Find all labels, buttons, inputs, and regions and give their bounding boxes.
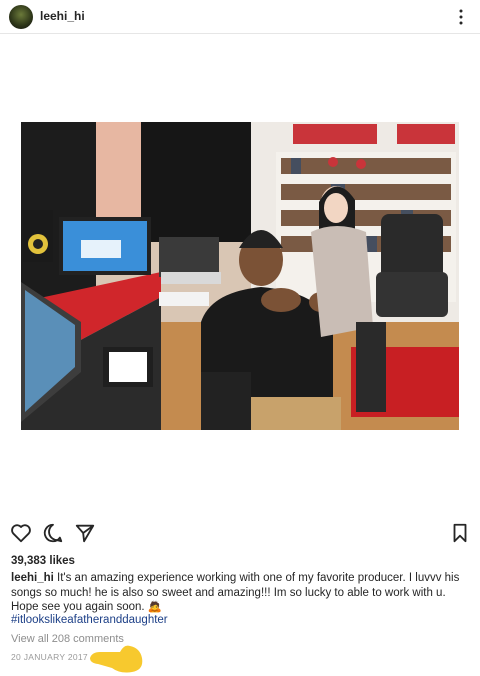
caption-text: It's an amazing experience working with … xyxy=(11,572,460,613)
post-actions xyxy=(0,522,480,548)
studio-photo xyxy=(21,122,459,430)
post-image[interactable] xyxy=(21,122,459,430)
more-vertical-icon[interactable] xyxy=(454,8,468,26)
post-header: leehi_hi xyxy=(0,0,480,34)
likes-count[interactable]: 39,383 likes xyxy=(11,555,75,567)
hashtag-link[interactable]: #itlookslikeafatheranddaughter xyxy=(11,614,168,626)
post-date: 20 JANUARY 2017 xyxy=(11,652,88,662)
caption-username[interactable]: leehi_hi xyxy=(11,572,54,584)
avatar[interactable] xyxy=(9,5,33,29)
heart-icon[interactable] xyxy=(10,522,32,544)
pointing-hand-icon xyxy=(90,645,143,673)
caption: leehi_hi It's an amazing experience work… xyxy=(11,571,471,615)
comment-icon[interactable] xyxy=(42,522,64,544)
bookmark-icon[interactable] xyxy=(449,522,471,544)
send-icon[interactable] xyxy=(74,522,96,544)
username[interactable]: leehi_hi xyxy=(40,9,85,23)
